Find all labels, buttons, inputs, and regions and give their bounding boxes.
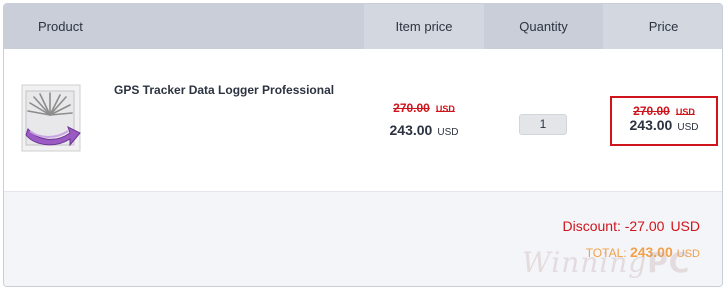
price-old: 270.00 USD (612, 104, 716, 118)
price-highlight: 270.00 USD 243.00 USD (610, 96, 718, 146)
watermark-logo: WinningPC (522, 246, 690, 279)
item-price-old-value: 270.00 (393, 101, 430, 115)
cart-table: Product Item price Quantity Price GPS Tr… (3, 3, 723, 287)
price-old-value: 270.00 (633, 104, 670, 118)
item-price-new: 243.00 USD (364, 122, 484, 138)
quantity-input[interactable]: 1 (519, 114, 567, 135)
item-price-old-currency: USD (435, 104, 455, 114)
header-item-price: Item price (364, 4, 484, 49)
item-price-old: 270.00 USD (364, 101, 484, 115)
header-price: Price (603, 4, 722, 49)
price-new-value: 243.00 (629, 117, 673, 133)
header-quantity: Quantity (519, 19, 568, 34)
item-price-cell: 270.00 USD 243.00 USD (364, 101, 484, 138)
price-new: 243.00 USD (612, 117, 716, 133)
item-price-new-currency: USD (437, 127, 459, 138)
item-price-new-value: 243.00 (389, 122, 433, 138)
header-product: Product (38, 19, 83, 34)
price-old-currency: USD (675, 107, 695, 117)
discount-currency: USD (670, 218, 700, 234)
discount-label: Discount: -27.00 (562, 218, 665, 234)
cart-row: GPS Tracker Data Logger Professional 270… (4, 49, 722, 192)
watermark-text: Winning (522, 246, 648, 279)
cart-header: Product Item price Quantity Price (4, 4, 722, 49)
product-box-icon[interactable] (20, 83, 84, 157)
discount-line: Discount: -27.00 USD (562, 218, 700, 234)
product-name[interactable]: GPS Tracker Data Logger Professional (114, 83, 334, 97)
price-new-currency: USD (677, 122, 699, 133)
watermark-suffix: PC (647, 246, 691, 279)
